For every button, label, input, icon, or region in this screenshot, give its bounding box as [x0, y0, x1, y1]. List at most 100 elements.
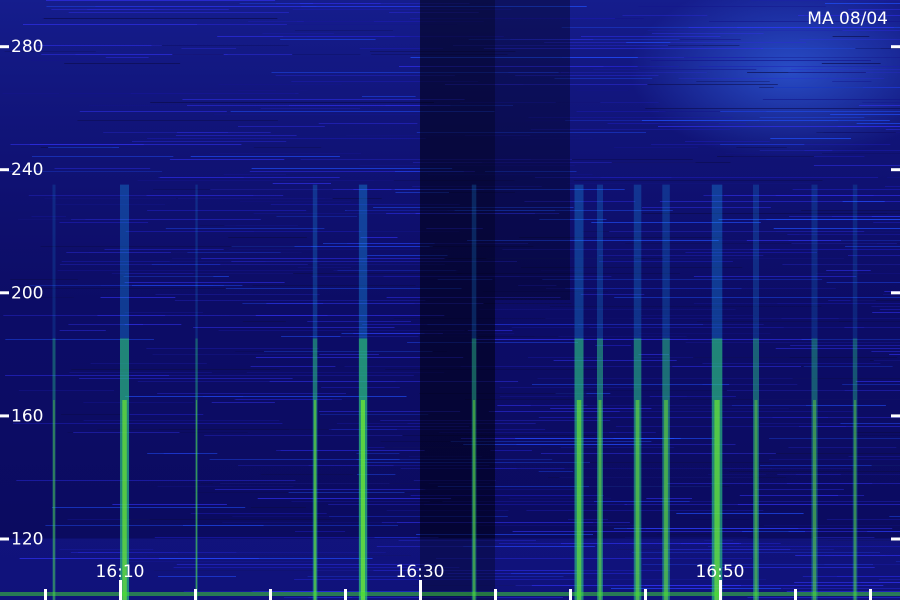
noise-streak — [276, 450, 366, 451]
noise-streak — [295, 30, 393, 31]
noise-streak — [589, 486, 730, 487]
noise-streak — [773, 228, 900, 229]
noise-streak — [151, 264, 221, 265]
noise-streak — [44, 198, 326, 199]
noise-streak — [581, 36, 721, 37]
chart-title: MA 08/04 — [807, 9, 888, 29]
noise-streak — [658, 126, 900, 127]
noise-streak — [64, 63, 181, 64]
spectral-band — [574, 184, 584, 600]
noise-streak — [252, 285, 416, 286]
noise-streak — [564, 69, 757, 70]
noise-streak — [607, 123, 747, 124]
noise-streak — [147, 453, 218, 454]
x-tick — [44, 589, 47, 600]
x-tick — [269, 589, 272, 600]
noise-streak — [782, 264, 900, 265]
noise-streak — [190, 513, 327, 514]
noise-streak — [885, 186, 900, 187]
noise-streak — [762, 99, 900, 100]
noise-streak — [773, 87, 900, 88]
noise-streak — [685, 252, 817, 253]
noise-streak — [873, 360, 900, 361]
noise-streak — [788, 531, 900, 532]
noise-streak — [59, 330, 106, 331]
noise-streak — [684, 57, 900, 58]
noise-streak — [174, 300, 426, 301]
noise-streak — [676, 513, 804, 514]
spectral-band — [662, 184, 670, 600]
noise-streak — [280, 39, 376, 40]
noise-streak — [121, 276, 214, 277]
noise-streak — [214, 489, 426, 490]
spectral-band — [633, 184, 642, 600]
noise-streak — [146, 348, 319, 349]
noise-streak — [112, 504, 227, 505]
noise-streak — [777, 303, 900, 304]
noise-streak — [640, 315, 754, 316]
noise-streak — [238, 90, 276, 91]
noise-streak — [545, 288, 836, 289]
noise-streak — [204, 435, 403, 436]
noise-streak — [16, 480, 296, 481]
noise-streak — [559, 477, 754, 478]
noise-streak — [889, 516, 900, 517]
noise-streak — [509, 498, 611, 499]
noise-streak — [281, 336, 341, 337]
noise-streak — [479, 309, 736, 310]
noise-streak — [826, 519, 900, 520]
noise-streak — [229, 249, 449, 250]
noise-streak — [787, 234, 900, 235]
noise-streak — [887, 177, 900, 178]
y-tick-right — [891, 45, 900, 49]
noise-streak — [850, 300, 900, 301]
noise-streak — [603, 66, 680, 67]
noise-streak — [736, 147, 787, 148]
noise-streak — [210, 153, 362, 154]
noise-streak — [698, 66, 900, 67]
noise-streak — [71, 369, 280, 370]
noise-streak — [879, 309, 900, 310]
noise-streak — [172, 54, 224, 55]
noise-streak — [319, 354, 379, 355]
noise-streak — [642, 213, 900, 214]
noise-streak — [77, 120, 278, 121]
noise-streak — [770, 138, 851, 139]
noise-streak — [872, 312, 900, 313]
y-tick-right — [891, 537, 900, 541]
noise-streak — [105, 57, 149, 58]
noise-streak — [792, 189, 900, 190]
noise-streak — [88, 105, 200, 106]
noise-streak — [126, 414, 204, 415]
spectral-band — [120, 184, 129, 600]
noise-streak — [295, 531, 346, 532]
noise-streak — [842, 30, 900, 31]
noise-streak — [152, 354, 312, 355]
noise-streak — [79, 111, 227, 112]
noise-streak — [816, 132, 896, 133]
noise-streak — [71, 219, 261, 220]
noise-streak — [538, 471, 574, 472]
noise-streak — [83, 420, 280, 421]
noise-streak — [224, 225, 298, 226]
noise-streak — [31, 216, 66, 217]
noise-streak — [17, 219, 86, 220]
noise-streak — [155, 294, 320, 295]
noise-streak — [641, 207, 771, 208]
noise-streak — [667, 483, 900, 484]
noise-streak — [790, 345, 900, 346]
noise-streak — [561, 72, 707, 73]
noise-streak — [720, 111, 900, 112]
noise-streak — [611, 162, 731, 163]
noise-streak — [43, 18, 278, 19]
noise-streak — [262, 33, 334, 34]
noise-streak — [678, 78, 885, 79]
noise-streak — [832, 36, 870, 37]
noise-streak — [813, 537, 875, 538]
noise-streak — [553, 360, 677, 361]
noise-streak — [651, 33, 764, 34]
noise-streak — [222, 522, 395, 523]
noise-streak — [90, 363, 207, 364]
noise-streak — [821, 63, 881, 64]
noise-streak — [2, 93, 60, 94]
